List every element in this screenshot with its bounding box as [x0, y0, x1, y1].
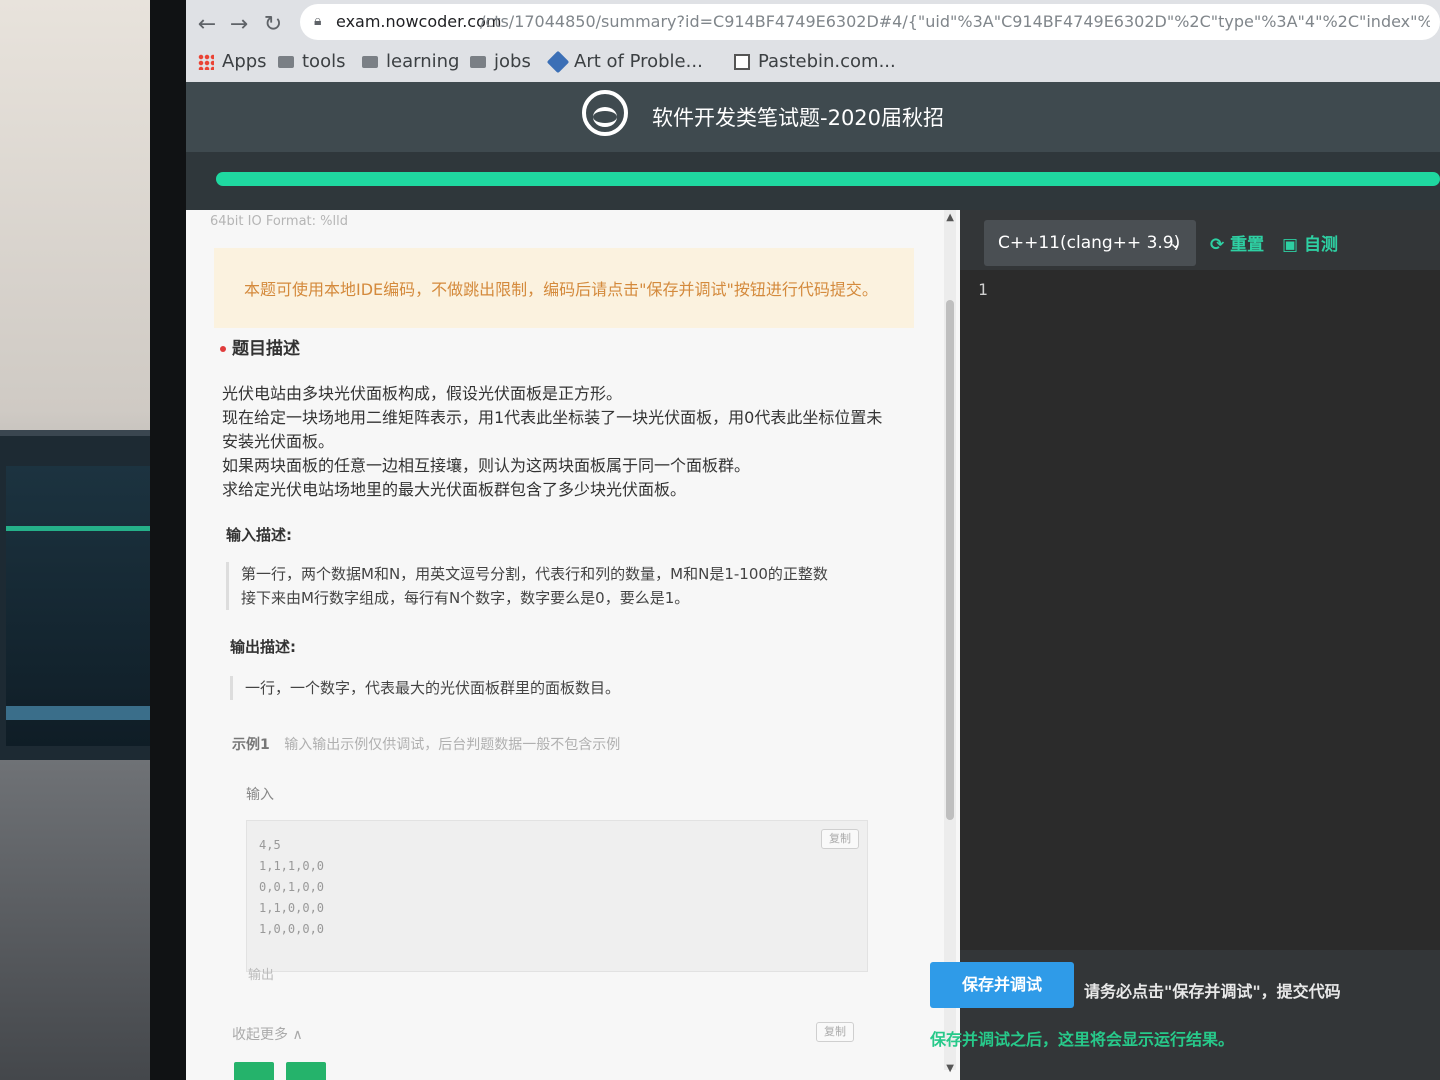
copy-output-button[interactable]: 复制	[816, 1022, 854, 1042]
bullet-dot	[220, 346, 226, 352]
green-action-button[interactable]	[286, 1062, 326, 1080]
fold-more-link[interactable]: 收起更多 ∧	[232, 1024, 303, 1044]
bookmark-pastebin[interactable]: Pastebin.com...	[734, 50, 896, 74]
laptop-screen-taskbar	[6, 706, 156, 720]
reset-button[interactable]: ⟳ 重置	[1210, 230, 1264, 255]
selftest-button[interactable]: ▣ 自测	[1282, 230, 1338, 255]
description-title: 题目描述	[232, 339, 300, 359]
sample-input-code: 4,5 1,1,1,0,0 0,0,1,0,0 1,1,0,0,0 1,0,0,…	[259, 835, 324, 940]
bookmark-label: jobs	[494, 51, 531, 72]
output-description: 一行，一个数字，代表最大的光伏面板群里的面板数目。	[230, 676, 620, 700]
exam-title: 软件开发类笔试题-2020届秋招	[652, 106, 945, 130]
save-hint: 请务必点击"保存并调试"，提交代码	[1084, 982, 1341, 1001]
selftest-label: 自测	[1303, 235, 1338, 255]
folder-icon	[362, 56, 378, 68]
description-line: 求给定光伏电站场地里的最大光伏面板群包含了多少块光伏面板。	[222, 480, 687, 499]
description-heading: 题目描述	[220, 334, 300, 359]
bookmark-tools[interactable]: tools	[278, 50, 345, 74]
green-action-button[interactable]	[234, 1062, 274, 1080]
sample-input-line: 4,5	[259, 838, 281, 852]
sample-label: 示例1	[232, 737, 270, 753]
aops-icon	[546, 50, 570, 74]
input-heading: 输入描述:	[226, 526, 292, 544]
bookmark-label: Art of Proble...	[574, 51, 703, 72]
sample-input-line: 1,0,0,0,0	[259, 922, 325, 936]
notice-box: 本题可使用本地IDE编码，不做跳出限制，编码后请点击"保存并调试"按钮进行代码提…	[214, 248, 914, 328]
laptop-screen	[6, 466, 156, 746]
bookmark-aops[interactable]: Art of Proble...	[546, 50, 703, 74]
sample-input-line: 1,1,0,0,0	[259, 901, 325, 915]
forward-icon[interactable]: →	[226, 10, 252, 40]
monitor-screen: ← → ↻ 🔒︎ exam.nowcoder.com /cts/17044850…	[186, 0, 1440, 1080]
sample-hint: 输入输出示例仅供调试，后台判题数据一般不包含示例	[284, 737, 621, 753]
bookmark-label: learning	[386, 51, 460, 72]
selftest-icon: ▣	[1282, 235, 1299, 255]
address-bar[interactable]: 🔒︎ exam.nowcoder.com /cts/17044850/summa…	[300, 4, 1440, 40]
photo-laptop	[0, 430, 160, 766]
description-line: 如果两块面板的任意一边相互接壤，则认为这两块面板属于同一个面板群。	[222, 456, 751, 475]
problem-panel[interactable]: 64bit IO Format: %lld 本题可使用本地IDE编码，不做跳出限…	[186, 210, 960, 1080]
description-text: 光伏电站由多块光伏面板构成，假设光伏面板是正方形。 现在给定一块场地用二维矩阵表…	[222, 382, 882, 502]
sample-input-box[interactable]: 4,5 1,1,1,0,0 0,0,1,0,0 1,1,0,0,0 1,0,0,…	[246, 820, 868, 972]
input-description: 第一行，两个数据M和N，用英文逗号分割，代表行和列的数量，M和N是1-100的正…	[226, 562, 828, 610]
sample-input-label: 输入	[246, 787, 274, 803]
monitor-bezel	[150, 0, 186, 1080]
back-icon[interactable]: ←	[194, 10, 220, 40]
chevron-down-icon: ⌄	[1168, 233, 1182, 252]
browser-chrome: ← → ↻ 🔒︎ exam.nowcoder.com /cts/17044850…	[186, 0, 1440, 82]
apps-icon	[198, 54, 214, 70]
scrollbar-thumb[interactable]	[946, 300, 954, 820]
url-host: exam.nowcoder.com	[336, 12, 502, 31]
result-hint: 保存并调试之后，这里将会显示运行结果。	[930, 1030, 1235, 1049]
bookmark-label: tools	[302, 51, 346, 72]
reload-icon[interactable]: ↻	[260, 10, 286, 40]
folder-icon	[278, 56, 294, 68]
folder-icon	[470, 56, 486, 68]
save-and-debug-button[interactable]: 保存并调试	[930, 962, 1074, 1008]
bookmarks-bar: Apps tools learning jobs Art of Proble..…	[186, 44, 1440, 80]
lock-icon: 🔒︎	[314, 13, 322, 29]
output-heading: 输出描述:	[230, 638, 296, 656]
laptop-screen-bar	[6, 526, 156, 531]
bookmark-label: Apps	[222, 51, 267, 72]
bookmark-apps[interactable]: Apps	[198, 50, 267, 74]
progress-area	[186, 152, 1440, 210]
exam-header: 软件开发类笔试题-2020届秋招	[186, 82, 1440, 152]
scroll-up-arrow-icon[interactable]: ▲	[946, 212, 954, 223]
nowcoder-logo-icon[interactable]	[582, 90, 628, 136]
sample-input-line: 0,0,1,0,0	[259, 880, 325, 894]
bookmark-learning[interactable]: learning	[362, 50, 459, 74]
input-description-line: 第一行，两个数据M和N，用英文逗号分割，代表行和列的数量，M和N是1-100的正…	[241, 565, 828, 583]
io-format: 64bit IO Format: %lld	[210, 214, 348, 229]
line-number: 1	[978, 280, 988, 299]
copy-input-button[interactable]: 复制	[821, 829, 859, 849]
photo-keyboard	[0, 760, 165, 1080]
code-editor-panel: C++11(clang++ 3.9) ⌄ ⟳ 重置 ▣ 自测 1 保存并调试 请…	[930, 210, 1440, 1080]
output-description-line: 一行，一个数字，代表最大的光伏面板群里的面板数目。	[245, 679, 621, 697]
reset-label: 重置	[1230, 235, 1265, 255]
bookmark-label: Pastebin.com...	[758, 51, 896, 72]
sample-hint-row: 示例1 输入输出示例仅供调试，后台判题数据一般不包含示例	[232, 734, 620, 754]
pastebin-icon	[734, 54, 750, 70]
bookmark-jobs[interactable]: jobs	[470, 50, 531, 74]
scroll-down-arrow-icon[interactable]: ▼	[946, 1063, 954, 1074]
sample-input-line: 1,1,1,0,0	[259, 859, 325, 873]
language-select[interactable]: C++11(clang++ 3.9) ⌄	[984, 220, 1196, 266]
sample-output-label: 输出	[248, 968, 275, 983]
editor-footer: 保存并调试 请务必点击"保存并调试"，提交代码 保存并调试之后，这里将会显示运行…	[930, 950, 1440, 1080]
exam-progress-bar	[216, 172, 1440, 186]
notice-text: 本题可使用本地IDE编码，不做跳出限制，编码后请点击"保存并调试"按钮进行代码提…	[244, 280, 878, 299]
description-line: 光伏电站由多块光伏面板构成，假设光伏面板是正方形。	[222, 384, 623, 403]
language-label: C++11(clang++ 3.9)	[998, 233, 1181, 253]
url-path: /cts/17044850/summary?id=C914BF4749E6302…	[480, 12, 1430, 31]
description-line: 现在给定一块场地用二维矩阵表示，用1代表此坐标装了一块光伏面板，用0代表此坐标位…	[222, 408, 883, 427]
description-line: 安装光伏面板。	[222, 432, 335, 451]
editor-toolbar: C++11(clang++ 3.9) ⌄ ⟳ 重置 ▣ 自测	[960, 210, 1440, 270]
input-description-line: 接下来由M行数字组成，每行有N个数字，数字要么是0，要么是1。	[241, 589, 690, 607]
reset-icon: ⟳	[1210, 235, 1225, 255]
